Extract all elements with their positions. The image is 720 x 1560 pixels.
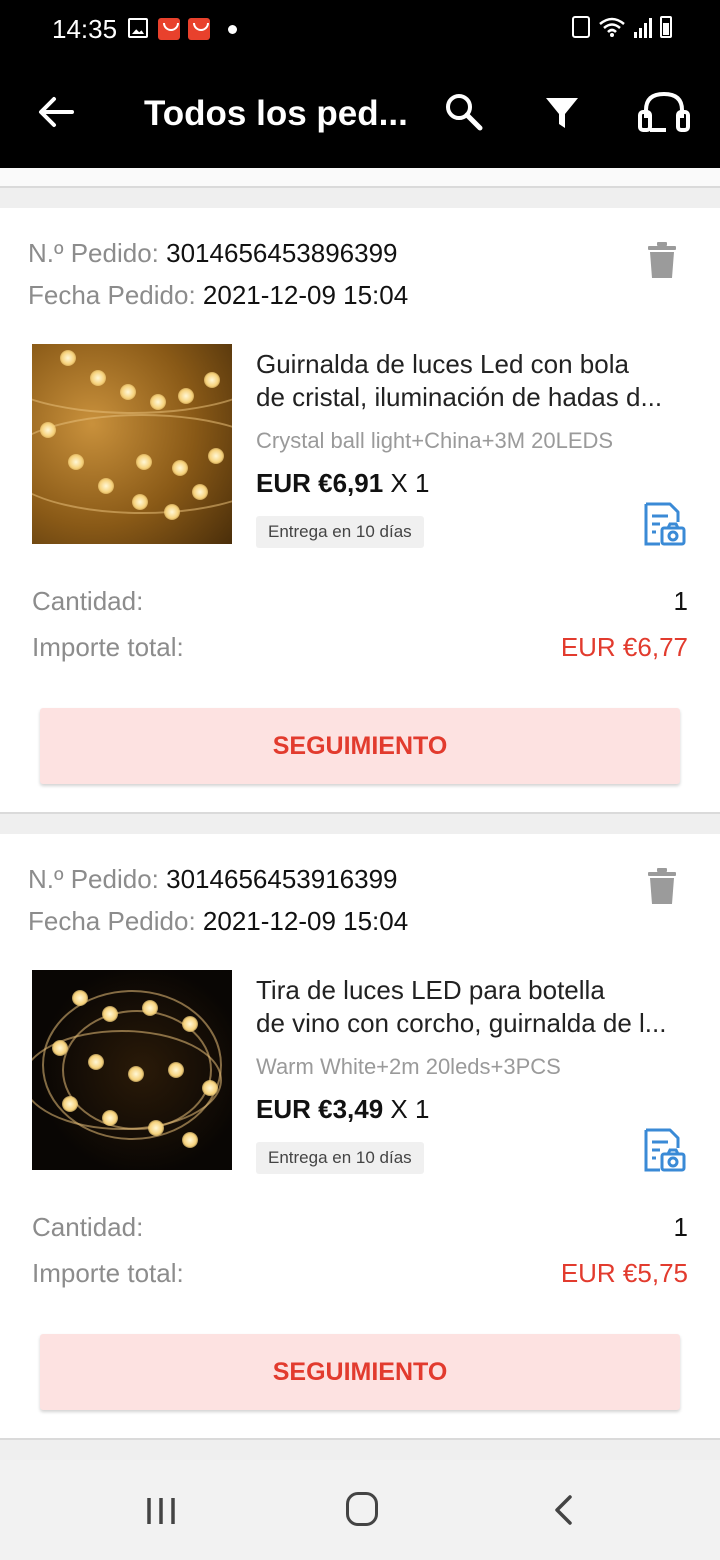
order-id-row: N.º Pedido: 3014656453916399 xyxy=(28,864,398,895)
quantity-label: Cantidad: xyxy=(32,586,144,616)
quantity-label: Cantidad: xyxy=(32,1212,144,1242)
product-variant: Warm White+2m 20leds+3PCS xyxy=(256,1054,561,1079)
filter-icon[interactable] xyxy=(540,90,584,134)
order-id-label: N.º Pedido: xyxy=(28,238,159,268)
product-name-line: de vino con corcho, guirnalda de l... xyxy=(256,1008,667,1038)
trash-icon[interactable] xyxy=(644,240,680,280)
product-multiplier: X 1 xyxy=(390,1094,430,1124)
order-card: N.º Pedido: 3014656453916399 Fecha Pedid… xyxy=(0,834,720,1440)
photo-review-icon[interactable] xyxy=(640,1126,688,1174)
delivery-badge: Entrega en 10 días xyxy=(256,1142,424,1174)
search-icon[interactable] xyxy=(442,90,486,134)
product-price-row: EUR €3,49 X 1 xyxy=(256,1094,429,1125)
order-date-value: 2021-12-09 15:04 xyxy=(202,906,409,936)
order-id-value: 3014656453916399 xyxy=(166,864,398,894)
delivery-badge: Entrega en 10 días xyxy=(256,516,424,548)
quantity-value: 1 xyxy=(673,586,688,616)
order-date-label: Fecha Pedido: xyxy=(28,906,196,936)
quantity-value: 1 xyxy=(673,1212,688,1242)
order-date-label: Fecha Pedido: xyxy=(28,280,196,310)
product-image[interactable] xyxy=(32,970,232,1170)
status-bar: 14:35 xyxy=(0,0,720,60)
product-image[interactable] xyxy=(32,344,232,544)
total-value: EUR €5,75 xyxy=(560,1258,688,1288)
back-arrow-icon[interactable] xyxy=(36,92,76,132)
page-title: Todos los ped... xyxy=(144,94,408,133)
product-name-line: Guirnalda de luces Led con bola xyxy=(256,349,629,379)
product-name[interactable]: Tira de luces LED para botella de vino c… xyxy=(256,974,696,1040)
total-label: Importe total: xyxy=(32,1258,184,1288)
total-value: EUR €6,77 xyxy=(560,632,688,662)
product-name-line: de cristal, iluminación de hadas d... xyxy=(256,382,663,412)
home-icon[interactable] xyxy=(346,1492,378,1526)
order-id-value: 3014656453896399 xyxy=(166,238,398,268)
tracking-button[interactable]: SEGUIMIENTO xyxy=(40,1334,680,1410)
status-time: 14:35 xyxy=(52,14,118,44)
order-date-row: Fecha Pedido: 2021-12-09 15:04 xyxy=(28,906,408,937)
gallery-icon xyxy=(128,18,148,38)
order-date-row: Fecha Pedido: 2021-12-09 15:04 xyxy=(28,280,408,311)
trash-icon[interactable] xyxy=(644,866,680,906)
recent-apps-icon[interactable] xyxy=(144,1496,178,1526)
product-price: EUR €6,91 xyxy=(256,468,384,498)
product-name-line: Tira de luces LED para botella xyxy=(256,975,605,1005)
wifi-icon xyxy=(599,17,625,37)
lock-icon xyxy=(572,16,590,38)
order-card: N.º Pedido: 3014656453896399 Fecha Pedid… xyxy=(0,208,720,814)
product-name[interactable]: Guirnalda de luces Led con bola de crist… xyxy=(256,348,696,414)
aliexpress-icon xyxy=(188,18,210,40)
photo-review-icon[interactable] xyxy=(640,500,688,548)
product-price-row: EUR €6,91 X 1 xyxy=(256,468,429,499)
tracking-button[interactable]: SEGUIMIENTO xyxy=(40,708,680,784)
total-label: Importe total: xyxy=(32,632,184,662)
system-nav-bar xyxy=(0,1460,720,1560)
order-id-label: N.º Pedido: xyxy=(28,864,159,894)
battery-icon xyxy=(660,16,672,38)
order-date-value: 2021-12-09 15:04 xyxy=(202,280,409,310)
list-bottom-divider xyxy=(0,1440,720,1460)
status-icons xyxy=(572,16,672,38)
product-variant: Crystal ball light+China+3M 20LEDS xyxy=(256,428,614,453)
list-top-divider xyxy=(0,168,720,188)
signal-icon xyxy=(634,16,652,38)
headset-icon[interactable] xyxy=(636,90,692,134)
product-price: EUR €3,49 xyxy=(256,1094,384,1124)
notification-dot-icon xyxy=(228,25,237,34)
product-multiplier: X 1 xyxy=(390,468,430,498)
back-nav-icon[interactable] xyxy=(552,1494,574,1526)
aliexpress-icon xyxy=(158,18,180,40)
app-bar: Todos los ped... xyxy=(0,60,720,168)
order-id-row: N.º Pedido: 3014656453896399 xyxy=(28,238,398,269)
